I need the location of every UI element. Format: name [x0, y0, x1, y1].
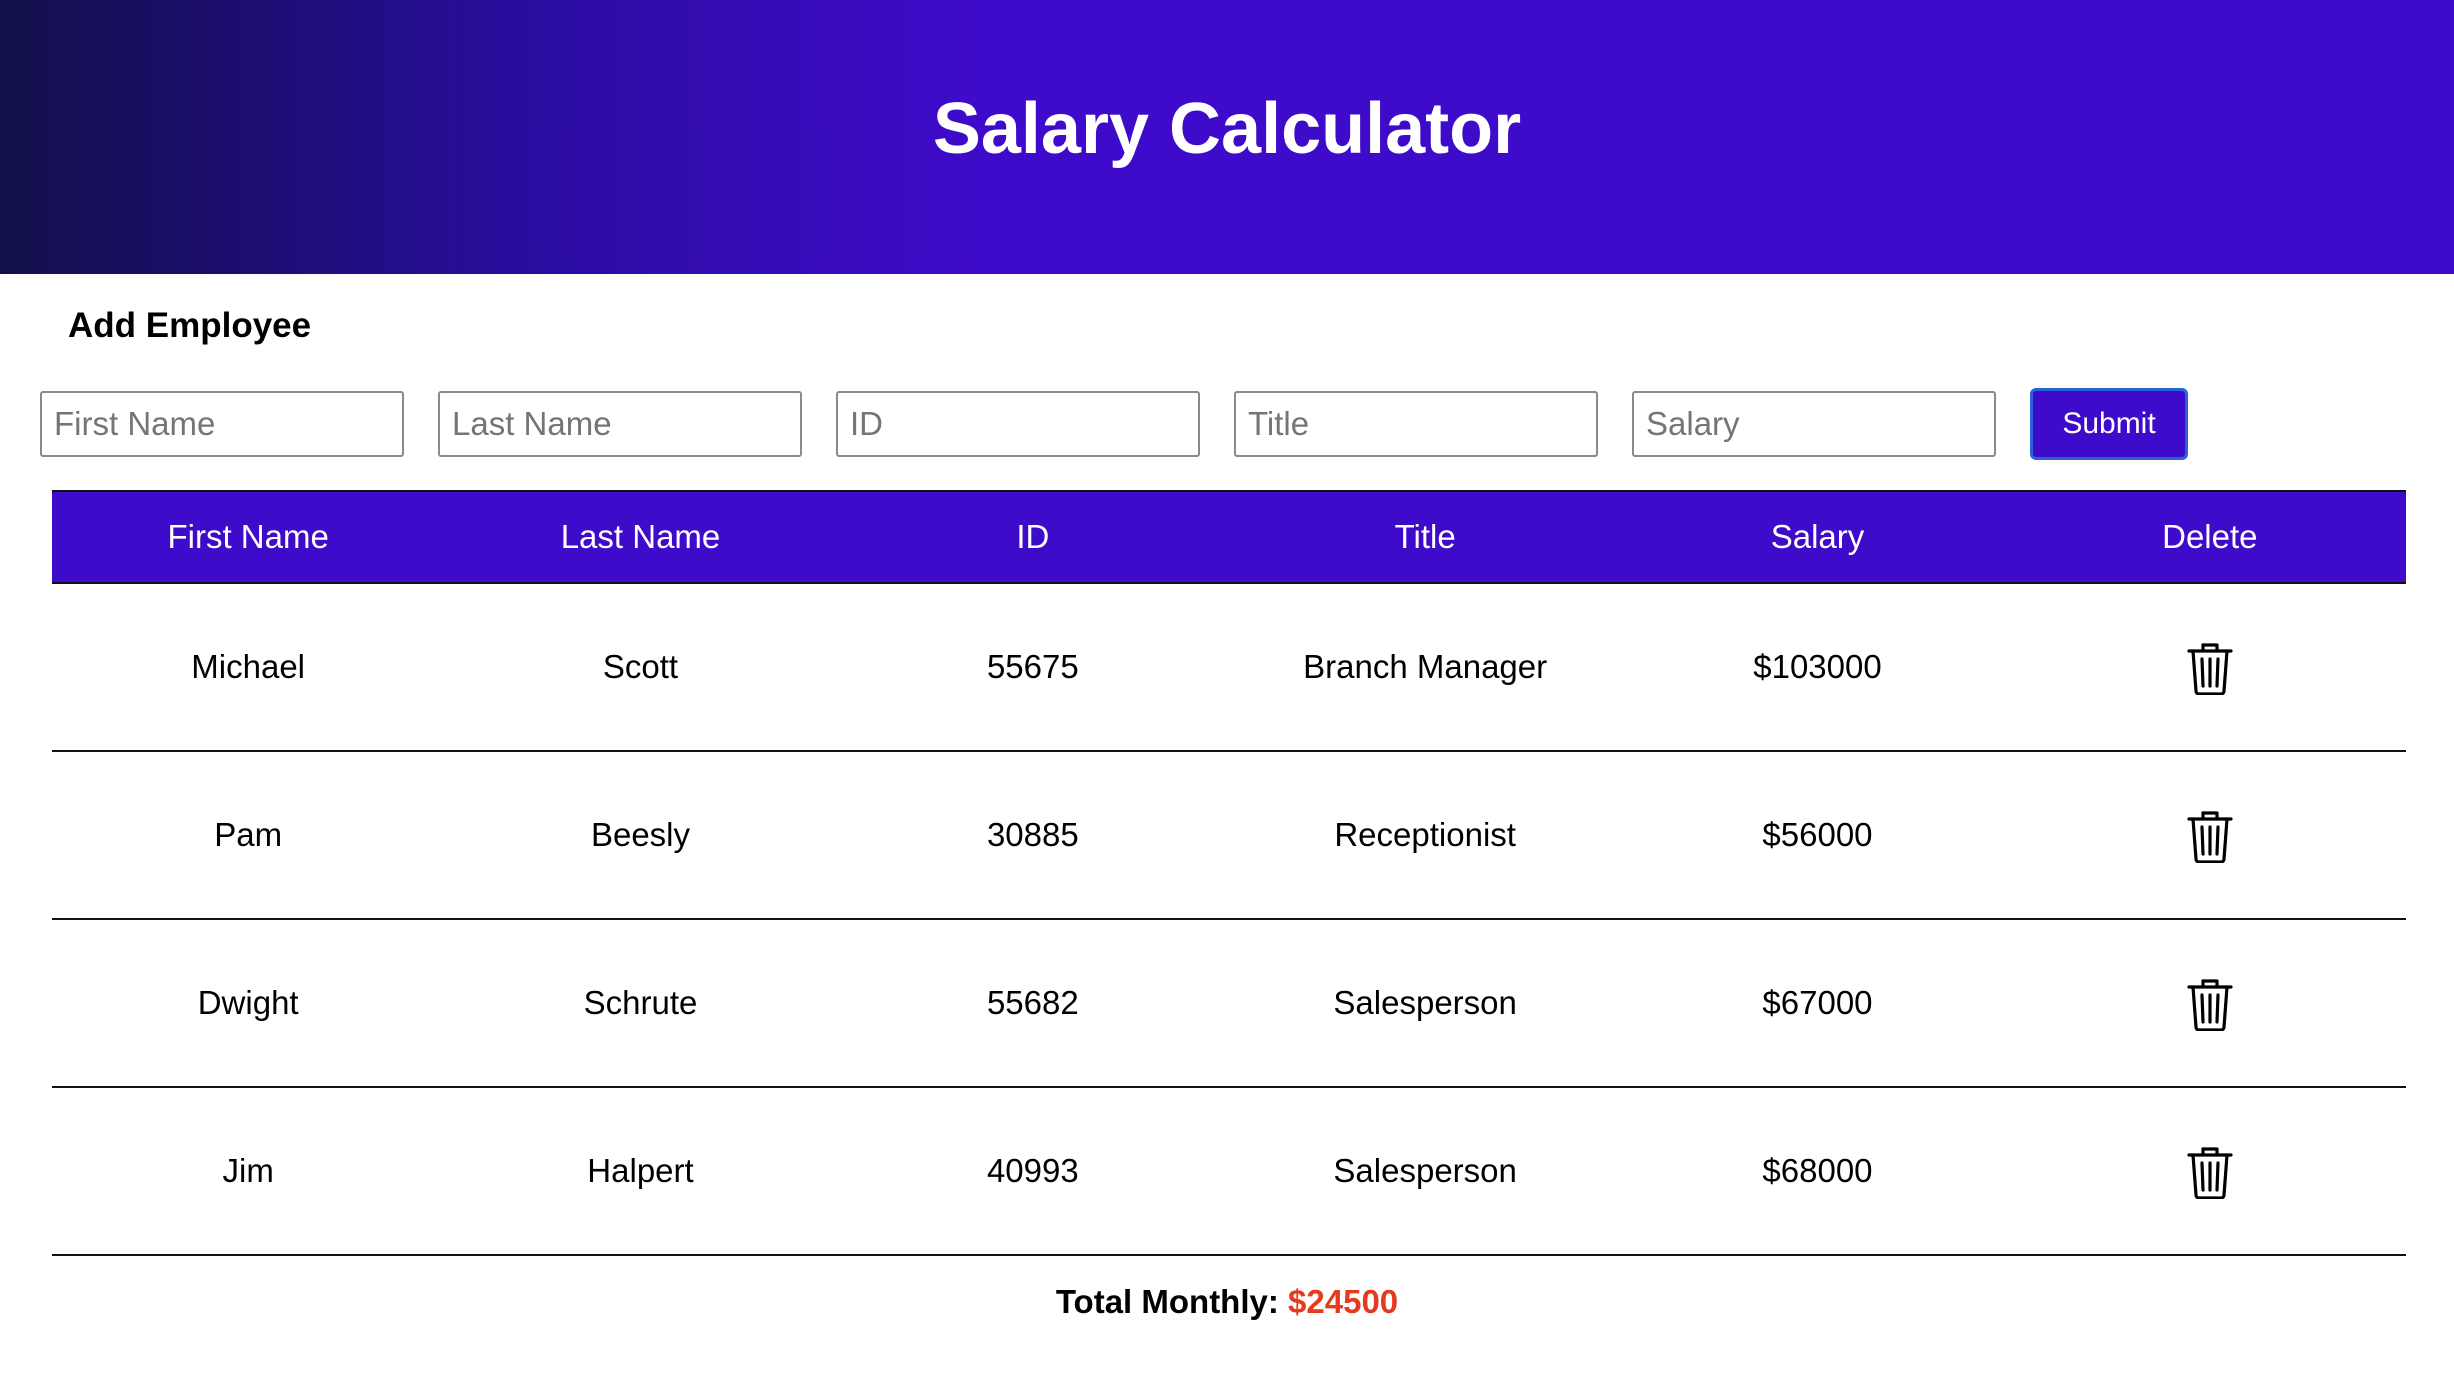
cell-last-name: Beesly	[444, 751, 837, 920]
table-row: Pam Beesly 30885 Receptionist $56000	[52, 751, 2406, 920]
cell-id: 30885	[836, 751, 1229, 920]
total-monthly-value: $24500	[1288, 1283, 1399, 1320]
trash-icon[interactable]	[2185, 639, 2235, 696]
cell-last-name: Schrute	[444, 919, 837, 1088]
add-employee-form: Submit	[40, 388, 2188, 460]
title-input[interactable]	[1234, 391, 1598, 457]
cell-delete	[2013, 583, 2406, 752]
column-header-title: Title	[1228, 490, 1622, 584]
cell-first-name: Pam	[52, 751, 445, 920]
table-row: Dwight Schrute 55682 Salesperson $67000	[52, 919, 2406, 1088]
cell-id: 55675	[836, 583, 1229, 752]
table-header-row: First Name Last Name ID Title Salary Del…	[52, 490, 2406, 584]
total-monthly: Total Monthly: $24500	[0, 1283, 2454, 1321]
submit-button[interactable]: Submit	[2030, 388, 2188, 460]
table-row: Jim Halpert 40993 Salesperson $68000	[52, 1087, 2406, 1256]
column-header-salary: Salary	[1621, 490, 2014, 584]
cell-delete	[2013, 1087, 2406, 1256]
column-header-first-name: First Name	[52, 490, 445, 584]
cell-delete	[2013, 751, 2406, 920]
first-name-input[interactable]	[40, 391, 404, 457]
cell-first-name: Michael	[52, 583, 445, 752]
cell-title: Receptionist	[1228, 751, 1622, 920]
cell-title: Salesperson	[1228, 919, 1622, 1088]
cell-last-name: Scott	[444, 583, 837, 752]
cell-title: Branch Manager	[1228, 583, 1622, 752]
last-name-input[interactable]	[438, 391, 802, 457]
cell-delete	[2013, 919, 2406, 1088]
column-header-delete: Delete	[2013, 490, 2406, 584]
cell-first-name: Dwight	[52, 919, 445, 1088]
id-input[interactable]	[836, 391, 1200, 457]
cell-last-name: Halpert	[444, 1087, 837, 1256]
salary-input[interactable]	[1632, 391, 1996, 457]
cell-salary: $103000	[1621, 583, 2014, 752]
cell-first-name: Jim	[52, 1087, 445, 1256]
employee-table: First Name Last Name ID Title Salary Del…	[52, 490, 2406, 1256]
cell-salary: $68000	[1621, 1087, 2014, 1256]
app-header: Salary Calculator	[0, 0, 2454, 274]
cell-title: Salesperson	[1228, 1087, 1622, 1256]
add-employee-heading: Add Employee	[68, 306, 312, 345]
column-header-id: ID	[836, 490, 1229, 584]
page-title: Salary Calculator	[932, 89, 1522, 169]
cell-salary: $56000	[1621, 751, 2014, 920]
cell-id: 55682	[836, 919, 1229, 1088]
total-monthly-label: Total Monthly:	[1055, 1283, 1279, 1320]
table-row: Michael Scott 55675 Branch Manager $1030…	[52, 583, 2406, 752]
cell-id: 40993	[836, 1087, 1229, 1256]
column-header-last-name: Last Name	[444, 490, 837, 584]
trash-icon[interactable]	[2185, 975, 2235, 1032]
trash-icon[interactable]	[2185, 807, 2235, 864]
trash-icon[interactable]	[2185, 1143, 2235, 1200]
cell-salary: $67000	[1621, 919, 2014, 1088]
